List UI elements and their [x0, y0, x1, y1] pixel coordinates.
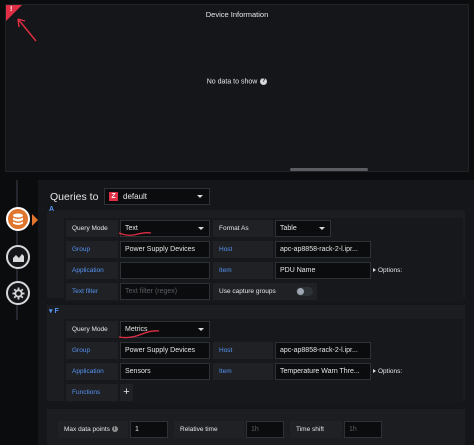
gear-icon [12, 287, 24, 299]
chevron-down-icon [197, 195, 203, 198]
query-row-a: A Query Mode Text Format As Table Group … [47, 206, 465, 302]
time-shift-input[interactable]: 1h [344, 421, 382, 438]
capture-groups-toggle[interactable] [296, 287, 313, 296]
no-data-text: No data to show [206, 78, 258, 86]
group-label: Group [66, 241, 118, 258]
query-f-header[interactable]: ▾ F [49, 307, 59, 315]
query-a-header[interactable]: A [49, 206, 54, 213]
query-f-letter: F [54, 308, 59, 315]
max-data-points-text: Max data points [64, 426, 110, 433]
relative-time-label: Relative time [174, 421, 244, 438]
item-input[interactable]: PDU Name [275, 262, 371, 279]
application-label: Application [66, 262, 118, 279]
panel-device-information: ! Device Information No data to show? [5, 4, 469, 172]
no-data-message: No data to show? [6, 78, 468, 85]
chevron-down-icon [319, 227, 325, 230]
sidebar-item-general[interactable] [6, 281, 30, 305]
host-label: Host [213, 241, 273, 258]
annotation-arrow [17, 18, 37, 42]
panel-title[interactable]: Device Information [6, 10, 468, 19]
host-input[interactable]: apc-ap8858-rack-2-l.ipr... [275, 342, 371, 359]
format-as-value: Table [280, 225, 297, 232]
help-icon[interactable]: ? [260, 78, 268, 85]
max-data-points-label: Max data points i [58, 421, 128, 438]
database-icon [13, 213, 23, 225]
datasource-select[interactable]: Z default [104, 188, 210, 205]
application-input[interactable] [120, 262, 210, 279]
text-filter-label: Text filter [66, 283, 118, 300]
options-label: Options: [378, 368, 403, 375]
time-shift-label: Time shift [290, 421, 342, 438]
item-input[interactable]: Temperature Warn Thre... [275, 363, 371, 380]
max-data-points-input[interactable]: 1 [130, 421, 168, 438]
add-function-button[interactable]: + [120, 384, 133, 401]
queries-to-label: Queries to [50, 191, 99, 203]
host-input[interactable]: apc-ap8858-rack-2-l.ipr... [275, 241, 371, 258]
query-editor: Queries to Z default A Query Mode Text F… [38, 180, 474, 445]
datasource-name: default [123, 192, 148, 201]
chart-area-icon [12, 253, 24, 262]
functions-label: Functions [66, 384, 118, 401]
zabbix-logo-icon: Z [109, 192, 118, 201]
options-toggle[interactable]: Options: [373, 262, 402, 279]
caret-right-icon [373, 369, 376, 374]
options-toggle[interactable]: Options: [373, 363, 402, 380]
format-as-select[interactable]: Table [275, 220, 331, 237]
query-options-bar: Max data points i 1 Relative time 1h Tim… [47, 409, 465, 445]
annotation-underline-text [118, 232, 152, 236]
text-filter-input[interactable]: Text filter (regex) [120, 283, 210, 300]
options-label: Options: [378, 267, 403, 274]
info-icon[interactable]: i [111, 426, 118, 433]
item-label: Item [213, 262, 273, 279]
group-input[interactable]: Power Supply Devices [120, 342, 210, 359]
caret-right-icon [373, 268, 376, 273]
query-mode-label: Query Mode [66, 321, 118, 338]
query-mode-label: Query Mode [66, 220, 118, 237]
host-label: Host [213, 342, 273, 359]
sidebar-item-visualization[interactable] [6, 245, 30, 269]
group-input[interactable]: Power Supply Devices [120, 241, 210, 258]
application-input[interactable]: Sensors [120, 363, 210, 380]
application-label: Application [66, 363, 118, 380]
format-as-label: Format As [213, 220, 273, 237]
chevron-down-icon [198, 328, 204, 331]
query-row-f: ▾ F Query Mode Metrics Group Power Suppl… [47, 305, 465, 403]
relative-time-input[interactable]: 1h [246, 421, 284, 438]
group-label: Group [66, 342, 118, 359]
annotation-underline-metrics [118, 330, 160, 339]
sidebar-item-queries[interactable] [6, 207, 30, 231]
item-label: Item [213, 363, 273, 380]
panel-scrollbar[interactable] [290, 168, 368, 171]
chevron-down-icon [198, 227, 204, 230]
